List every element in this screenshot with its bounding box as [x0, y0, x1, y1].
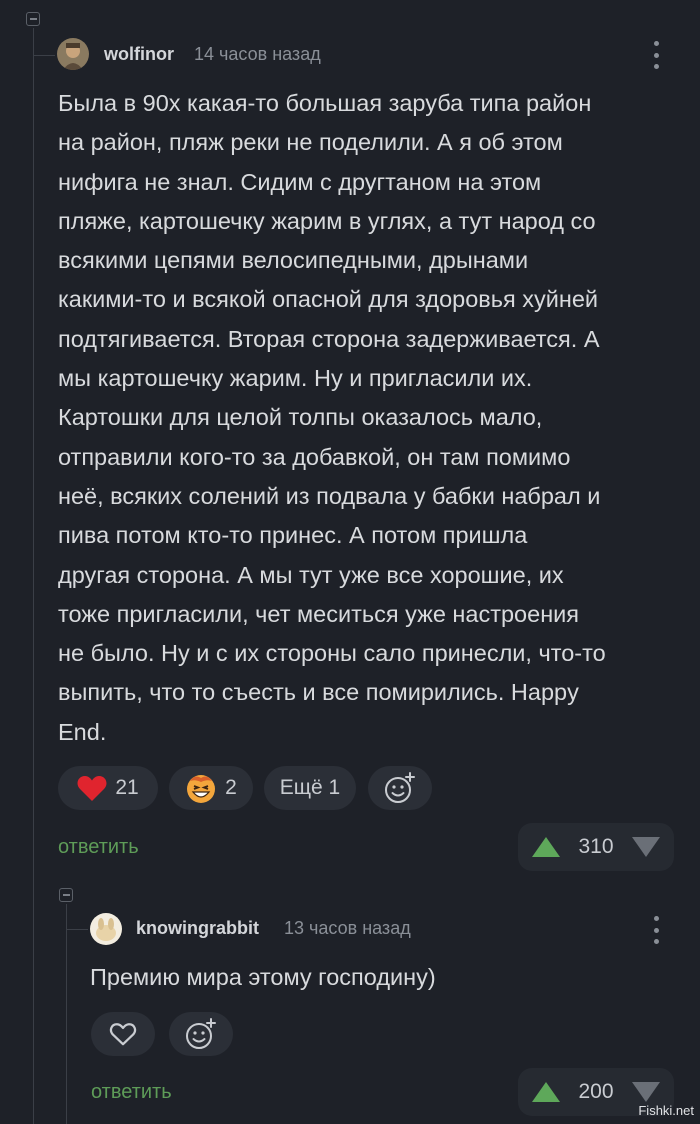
comment-timestamp: 14 часов назад — [194, 44, 321, 64]
comment-line: пива потом кто-то принес. А потом пришла — [58, 522, 528, 549]
kebab-menu-icon[interactable] — [651, 41, 661, 69]
more-reactions-label: Ещё 1 — [279, 776, 341, 799]
heart-count: 21 — [115, 776, 139, 799]
avatar[interactable] — [57, 38, 89, 70]
rating-value: 200 — [578, 1080, 614, 1103]
comment-line: Была в 90х какая-то большая заруба типа … — [58, 90, 592, 116]
comment-line: другая сторона. А мы тут уже все хорошие… — [58, 561, 564, 588]
comment-author[interactable]: wolfinor — [104, 44, 174, 65]
upvote-icon[interactable] — [532, 837, 560, 857]
heart-outline-icon — [109, 1023, 137, 1046]
comment-line: какими-то и всякой опасной для здоровья … — [58, 286, 599, 313]
add-reaction-button[interactable] — [368, 766, 432, 810]
add-reaction-icon — [186, 1018, 216, 1049]
comment-line: мы картошечку жарим. Ну и пригласили их. — [58, 365, 533, 392]
thread-connector-reply — [66, 929, 88, 930]
comment-body: Была в 90х какая-то большая заруба типа … — [58, 84, 690, 752]
laugh-reaction-button[interactable]: 2 — [169, 766, 253, 810]
watermark: Fishki.net — [638, 1103, 694, 1118]
thread-connector — [33, 55, 55, 56]
collapse-icon[interactable] — [59, 888, 73, 902]
comment-line: Картошки для целой толпы оказалось мало, — [58, 404, 543, 431]
laugh-count: 2 — [225, 776, 237, 799]
comment-line: не было. Ну и с их стороны сало принесли… — [58, 640, 606, 667]
upvote-icon[interactable] — [532, 1082, 560, 1102]
heart-reaction-button[interactable]: 21 — [58, 766, 158, 810]
reply-author[interactable]: knowingrabbit — [136, 918, 259, 939]
comment-line: выпить, что то съесть и все помирились. … — [58, 679, 579, 706]
add-reaction-button[interactable] — [169, 1012, 233, 1056]
comment-line: всякими цепями велосипедными, дрынами — [58, 247, 529, 274]
reply-button[interactable]: ответить — [91, 1081, 172, 1104]
reply-timestamp: 13 часов назад — [284, 918, 411, 938]
downvote-icon[interactable] — [631, 837, 660, 857]
comment-line: нифига не знал. Сидим с другтаном на это… — [58, 168, 542, 195]
comment-line: тоже пригласили, чет меситься уже настро… — [58, 600, 580, 627]
rating-value: 310 — [578, 835, 614, 858]
heart-icon — [77, 776, 107, 801]
thread-line-reply — [66, 904, 67, 1124]
comment-line: неё, всяких солений из подвала у бабки н… — [58, 482, 601, 509]
comment-line: на район, пляж реки не поделили. А я об … — [58, 129, 563, 156]
comment-line: отправили кого-то за добавкой, он там по… — [58, 443, 571, 470]
more-reactions-button[interactable]: Ещё 1 — [264, 766, 356, 810]
collapse-icon[interactable] — [26, 12, 40, 26]
kebab-menu-icon[interactable] — [651, 916, 661, 944]
thread-line-root — [33, 28, 34, 1124]
reply-avatar[interactable] — [90, 913, 122, 945]
add-reaction-icon — [385, 772, 415, 803]
comment-line: подтягивается. Вторая сторона задерживае… — [58, 325, 600, 352]
laugh-emoji-icon — [187, 775, 216, 803]
rating-box: 310 — [518, 823, 674, 871]
like-button[interactable] — [91, 1012, 155, 1056]
reply-body: Премию мира этому господину) — [90, 964, 436, 990]
comment-line: End. — [58, 718, 107, 745]
reply-button[interactable]: ответить — [58, 836, 139, 859]
downvote-icon[interactable] — [631, 1082, 660, 1102]
comment-line: пляже, картошечку жарим в углях, а тут н… — [58, 207, 596, 234]
